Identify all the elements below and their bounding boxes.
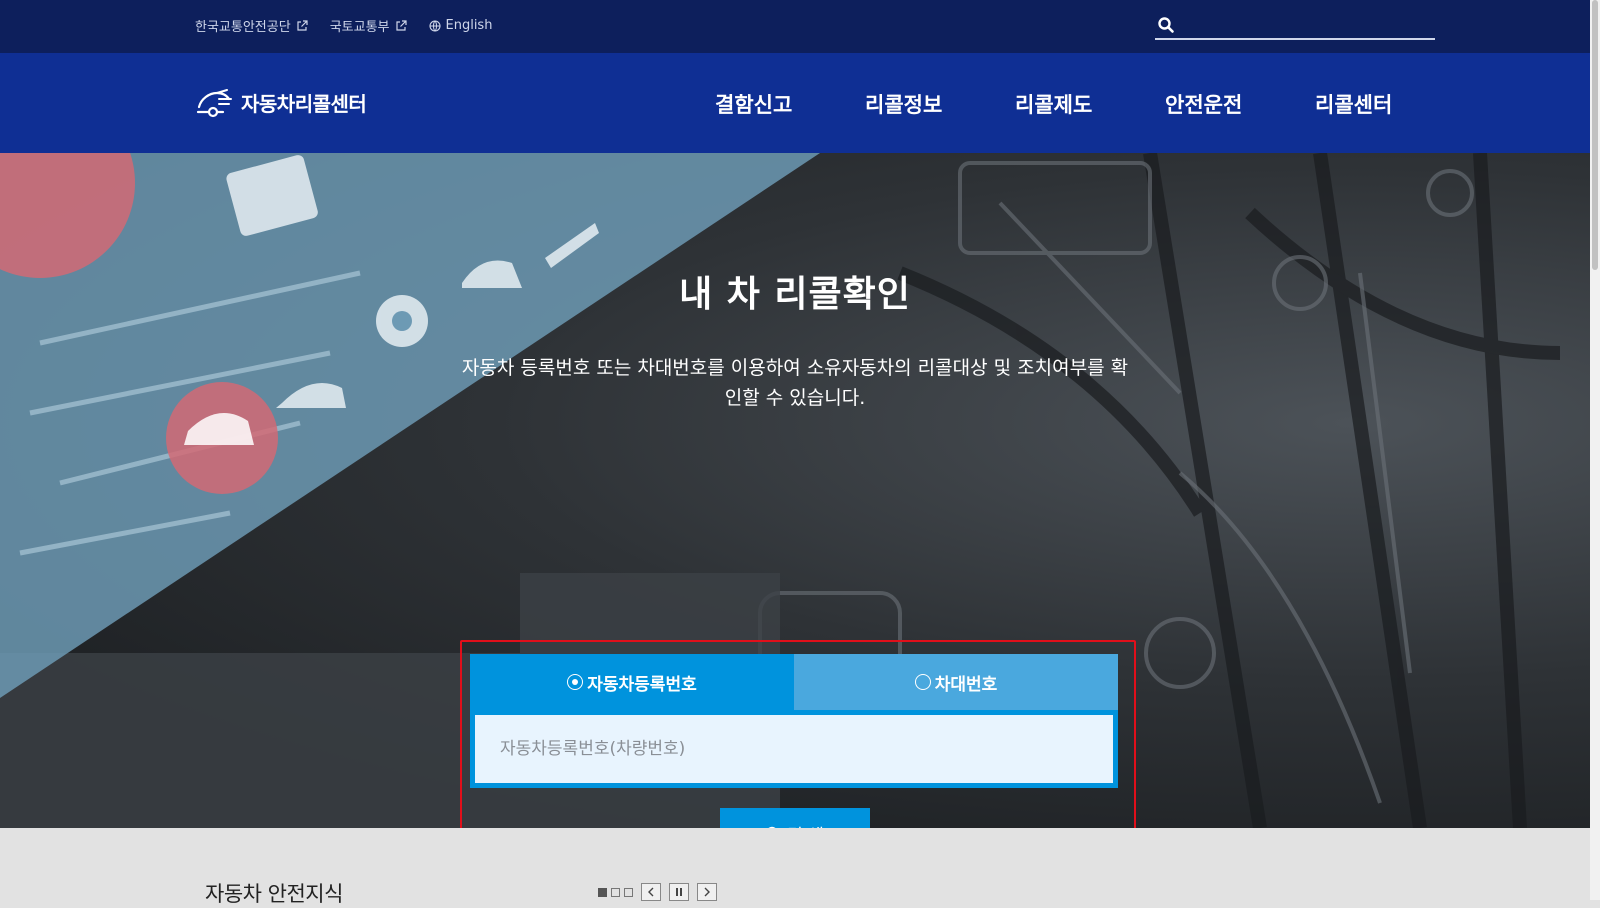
utility-bar: 한국교통안전공단 국토교통부 English (0, 0, 1590, 53)
site-logo[interactable]: 자동차리콜센터 (195, 85, 367, 119)
page-scrollbar[interactable] (1590, 0, 1600, 900)
globe-icon (428, 19, 441, 32)
radio-checked-icon (567, 674, 584, 690)
pager-dot-3[interactable] (624, 887, 633, 897)
tab-registration-number[interactable]: 자동차등록번호 (470, 654, 794, 710)
recall-search-panel: 자동차등록번호 차대번호 검 색 (460, 640, 1136, 828)
hero-description: 자동차 등록번호 또는 차대번호를 이용하여 소유자동차의 리콜대상 및 조치여… (461, 357, 1129, 409)
car-recall-logo-icon (196, 89, 232, 118)
link-molit-label: 국토교통부 (329, 20, 390, 35)
link-kotsa[interactable]: 한국교통안전공단 (195, 16, 308, 35)
external-link-icon (297, 19, 308, 31)
nav-recall-info[interactable]: 리콜정보 (865, 89, 1015, 119)
link-kotsa-label: 한국교통안전공단 (195, 20, 291, 35)
nav-recall-center[interactable]: 리콜센터 (1315, 89, 1465, 119)
search-button-label: 검 색 (787, 821, 824, 829)
chevron-left-icon (648, 887, 654, 897)
link-molit[interactable]: 국토교통부 (330, 16, 407, 35)
pager-dot-1[interactable] (598, 887, 607, 897)
recall-search-button[interactable]: 검 색 (720, 808, 870, 828)
section-title: 자동차 안전지식 (205, 882, 343, 906)
registration-number-input[interactable] (475, 715, 1113, 783)
scrollbar-thumb[interactable] (1592, 0, 1598, 270)
pager-dot-2[interactable] (611, 887, 620, 897)
radio-unchecked-icon (914, 674, 931, 690)
chevron-right-icon (704, 887, 710, 897)
slider-controls (598, 883, 717, 901)
link-english[interactable]: English (428, 16, 493, 35)
nav-safe-driving[interactable]: 안전운전 (1165, 89, 1315, 119)
main-nav: 결함신고 리콜정보 리콜제도 안전운전 리콜센터 (715, 89, 1465, 119)
safety-knowledge-section: 자동차 안전지식 (0, 828, 1590, 906)
search-input-wrapper (470, 710, 1118, 788)
prev-slide-button[interactable] (641, 883, 661, 901)
external-link-icon (395, 19, 407, 31)
link-english-label: English (445, 18, 493, 33)
hero-title: 내 차 리콜확인 (679, 274, 911, 315)
tab-vin[interactable]: 차대번호 (794, 654, 1118, 710)
search-icon[interactable] (1157, 16, 1175, 34)
nav-recall-system[interactable]: 리콜제도 (1015, 89, 1165, 119)
next-slide-button[interactable] (697, 883, 717, 901)
top-search-input[interactable] (1175, 13, 1435, 37)
utility-links: 한국교통안전공단 국토교통부 English (195, 16, 492, 35)
hero-section: 내 차 리콜확인 자동차 등록번호 또는 차대번호를 이용하여 소유자동차의 리… (0, 153, 1590, 828)
logo-text: 자동차리콜센터 (241, 91, 367, 116)
nav-defect-report[interactable]: 결함신고 (715, 89, 865, 119)
search-type-tabs: 자동차등록번호 차대번호 (470, 654, 1118, 710)
pause-icon (676, 888, 682, 896)
top-search (1155, 12, 1435, 40)
pause-slide-button[interactable] (669, 883, 689, 901)
tab-registration-number-label: 자동차등록번호 (587, 674, 697, 695)
tab-vin-label: 차대번호 (934, 674, 998, 695)
main-header: 자동차리콜센터 결함신고 리콜정보 리콜제도 안전운전 리콜센터 (0, 53, 1590, 153)
